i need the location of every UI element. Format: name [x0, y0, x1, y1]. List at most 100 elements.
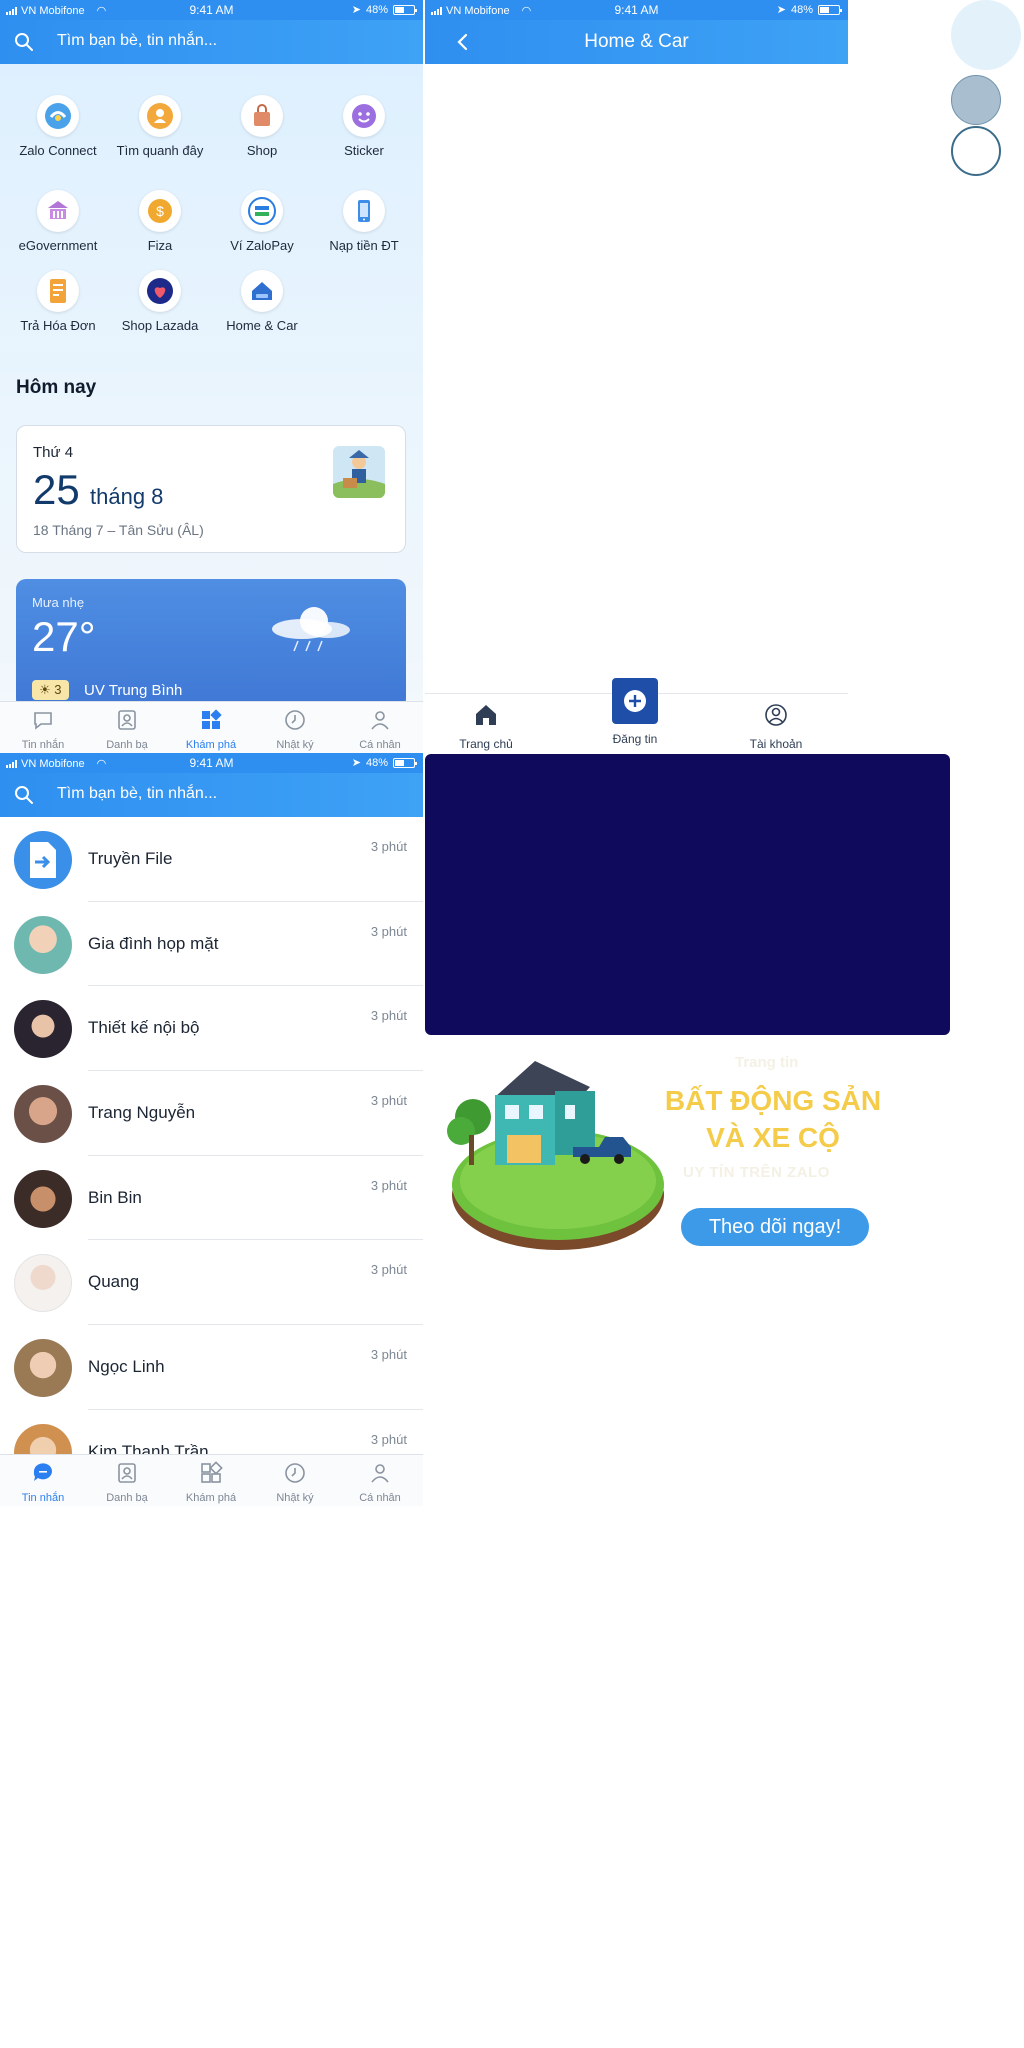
date-card[interactable]: Thứ 4 25 tháng 8 18 Tháng 7 – Tân Sửu (Â… — [16, 425, 406, 553]
list-item[interactable]: Bin Bin 3 phút — [0, 1156, 423, 1241]
sticker-icon — [343, 95, 385, 137]
search-bar[interactable]: Tìm bạn bè, tin nhắn... — [0, 773, 423, 817]
tab-discover[interactable]: Khám phá — [176, 1461, 246, 1504]
avatar — [14, 1339, 72, 1398]
account-icon — [765, 704, 787, 726]
calendar-illustration-icon — [333, 446, 385, 498]
tab-label: Danh bạ — [106, 739, 148, 751]
battery-percent: 48% — [365, 756, 388, 769]
bill-icon — [37, 270, 79, 312]
avatar — [14, 915, 72, 974]
tab-contacts[interactable]: Danh bạ — [92, 1461, 162, 1504]
decorative-circle — [951, 0, 1021, 70]
list-item[interactable]: Ngọc Linh 3 phút — [0, 1325, 423, 1410]
list-item[interactable]: Gia đình họp mặt 3 phút — [0, 902, 423, 987]
battery-icon — [393, 757, 417, 768]
zalopay-icon — [241, 190, 283, 232]
page-title: Home & Car — [584, 31, 689, 52]
battery-percent: 48% — [790, 3, 813, 16]
weekday: Thứ 4 — [33, 444, 74, 461]
tile-home-car[interactable]: Home & Car — [212, 270, 312, 333]
tile-sticker[interactable]: Sticker — [314, 95, 414, 158]
search-icon[interactable] — [14, 785, 34, 805]
conversation-name: Trang Nguyễn — [88, 1103, 196, 1123]
tab-timeline[interactable]: Nhật ký — [260, 1461, 330, 1504]
conversation-time: 3 phút — [370, 1262, 407, 1278]
uv-badge: ☀ 3 — [32, 680, 69, 700]
uv-index: 3 — [54, 682, 62, 697]
tab-account[interactable]: Tài khoản — [731, 702, 821, 751]
search-icon[interactable] — [14, 32, 34, 52]
lunar-date: 18 Tháng 7 – Tân Sửu (ÂL) — [33, 522, 204, 538]
location-icon: ➤ — [351, 4, 361, 16]
list-item[interactable]: Truyền File 3 phút — [0, 817, 423, 902]
avatar — [14, 1169, 72, 1228]
tile-lazada[interactable]: Shop Lazada — [110, 270, 210, 333]
tab-discover[interactable]: Khám phá — [176, 708, 246, 751]
search-input[interactable]: Tìm bạn bè, tin nhắn... — [57, 785, 217, 803]
tab-timeline[interactable]: Nhật ký — [260, 708, 330, 751]
bottom-tab-bar: Tin nhắn Danh bạ Khám phá Nhật ký Cá nhâ… — [0, 701, 423, 753]
weather-card[interactable]: Mưa nhẹ 27° ☀ 3 UV Trung Bình — [16, 579, 406, 709]
battery-percent: 48% — [365, 3, 388, 16]
messages-screen: VN Mobifone ◠ 9:41 AM ➤ 48% Tìm bạn bè, … — [0, 753, 423, 1506]
tab-messages[interactable]: Tin nhắn — [8, 708, 78, 751]
tile-label: Tìm quanh đây — [116, 143, 204, 158]
status-bar: VN Mobifone ◠ 9:41 AM ➤ 48% — [0, 0, 423, 20]
tile-zalopay[interactable]: Ví ZaloPay — [212, 190, 312, 253]
person-icon — [371, 1464, 389, 1483]
tab-label: Khám phá — [185, 1492, 237, 1504]
uv-label: UV Trung Bình — [84, 682, 183, 699]
weather-condition: Mưa nhẹ — [32, 595, 85, 610]
zalo-connect-icon — [37, 95, 79, 137]
conversation-time: 3 phút — [370, 1008, 407, 1024]
tile-label: Shop Lazada — [121, 318, 199, 333]
tile-label: Shop — [246, 143, 278, 158]
tile-shop[interactable]: Shop — [212, 95, 312, 158]
battery-icon — [393, 4, 417, 15]
search-input[interactable]: Tìm bạn bè, tin nhắn... — [57, 32, 217, 50]
chat-bubble-icon — [33, 1463, 52, 1481]
tab-home[interactable]: Trang chủ — [441, 702, 531, 751]
status-bar: VN Mobifone ◠ 9:41 AM ➤ 48% — [425, 0, 848, 20]
tile-nearby[interactable]: Tìm quanh đây — [110, 95, 210, 158]
phone-topup-icon — [343, 190, 385, 232]
tab-profile[interactable]: Cá nhân — [345, 708, 415, 751]
promo-headline: BẤT ĐỘNG SẢN VÀ XE CỘ — [664, 1085, 882, 1153]
tile-egovernment[interactable]: eGovernment — [8, 190, 108, 253]
conversation-name: Quang — [88, 1272, 140, 1292]
svg-text:$: $ — [156, 203, 164, 219]
tab-post[interactable]: Đăng tin — [590, 728, 680, 746]
list-item[interactable]: Thiết kế nội bộ 3 phút — [0, 986, 423, 1072]
conversation-name: Truyền File — [88, 849, 173, 868]
plus-circle-icon — [624, 690, 646, 712]
clock-icon — [285, 1463, 305, 1483]
home-icon — [476, 705, 496, 725]
tab-label: Cá nhân — [359, 1492, 401, 1504]
tile-phone-topup[interactable]: Nạp tiền ĐT — [314, 190, 414, 253]
tab-messages[interactable]: Tin nhắn — [8, 1461, 78, 1504]
promo-kicker: Trang tin — [735, 1054, 799, 1071]
tile-label: Sticker — [344, 143, 384, 158]
avatar — [14, 1000, 72, 1059]
post-button[interactable] — [612, 678, 658, 724]
tab-contacts[interactable]: Danh bạ — [92, 708, 162, 751]
follow-now-button[interactable]: Theo dõi ngay! — [681, 1208, 869, 1246]
clock-icon — [285, 710, 305, 730]
search-bar[interactable]: Tìm bạn bè, tin nhắn... — [0, 20, 423, 64]
list-item[interactable]: Quang 3 phút — [0, 1240, 423, 1326]
list-item[interactable]: Kim Thanh Trần 3 phút — [0, 1410, 423, 1454]
tile-zalo-connect[interactable]: Zalo Connect — [8, 95, 108, 158]
chat-bubble-icon — [34, 712, 52, 730]
tab-label: Tài khoản — [749, 737, 803, 751]
conversation-name: Kim Thanh Trần — [88, 1441, 209, 1454]
list-item[interactable]: Trang Nguyễn 3 phút — [0, 1071, 423, 1156]
tab-profile[interactable]: Cá nhân — [345, 1461, 415, 1504]
bottom-tab-bar: Tin nhắn Danh bạ Khám phá Nhật ký Cá nhâ… — [0, 1454, 423, 1506]
tile-bill[interactable]: Trả Hóa Đơn — [8, 270, 108, 333]
tab-label: Trang chủ — [459, 737, 513, 751]
conversation-name: Ngọc Linh — [88, 1357, 165, 1377]
tab-label: Đăng tin — [612, 732, 658, 746]
tile-fiza[interactable]: $ Fiza — [110, 190, 210, 253]
conversation-time: 3 phút — [370, 1431, 407, 1447]
